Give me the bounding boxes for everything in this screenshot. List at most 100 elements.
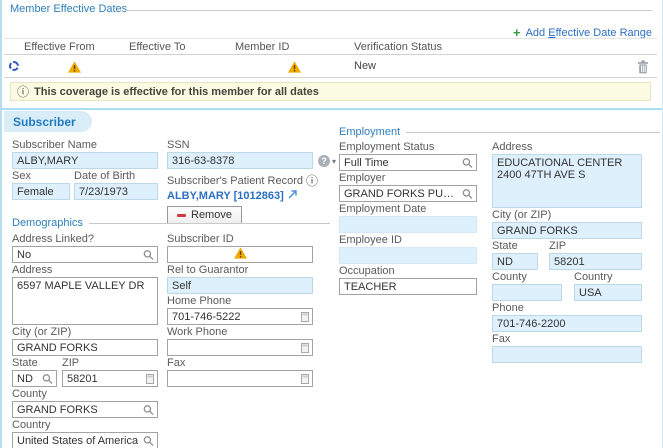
employment-state-field[interactable]: ND <box>492 253 538 270</box>
home-phone-field[interactable]: 701-746-5222 <box>167 308 313 325</box>
effective-dates-table-header: Effective From Effective To Member ID Ve… <box>4 38 657 55</box>
search-icon <box>462 188 473 199</box>
employer-field[interactable]: GRAND FORKS PUBLIC SC... <box>339 185 477 202</box>
warning-icon <box>288 61 301 76</box>
member-effective-dates-title: Member Effective Dates <box>10 3 127 15</box>
address-field[interactable]: 6597 MAPLE VALLEY DR <box>12 277 158 325</box>
city-field[interactable]: GRAND FORKS <box>12 339 158 356</box>
subscriber-identity-column: Subscriber Name ALBY,MARY Sex Female Dat… <box>12 139 158 200</box>
dob-field[interactable]: 7/23/1973 <box>74 183 158 200</box>
fax-field[interactable] <box>167 370 313 387</box>
trash-icon[interactable] <box>637 60 649 77</box>
section-rule <box>89 223 330 224</box>
employment-zip-label: ZIP <box>549 240 642 252</box>
section-rule <box>126 10 652 11</box>
sex-dob-row: Sex Female Date of Birth 7/23/1973 <box>12 170 158 200</box>
zip-field[interactable]: 58201 <box>62 370 158 387</box>
county-label: County <box>12 388 158 400</box>
phone-icon <box>301 374 309 384</box>
tab-subscriber-label: Subscriber <box>13 115 76 129</box>
coverage-info-text: This coverage is effective for this memb… <box>34 86 319 98</box>
demographics-title: Demographics <box>12 217 83 229</box>
employment-county-field[interactable] <box>492 284 562 301</box>
dob-label: Date of Birth <box>74 170 158 182</box>
employer-label: Employer <box>339 172 477 184</box>
chevron-down-icon: ▾ <box>332 157 336 166</box>
demographics-left-column: Address Linked? No Address 6597 MAPLE VA… <box>12 233 158 448</box>
tab-subscriber[interactable]: Subscriber <box>4 111 92 132</box>
sex-label: Sex <box>12 170 70 182</box>
employment-city-field[interactable]: GRAND FORKS <box>492 222 642 239</box>
add-effective-date-range-label: Add Effective Date Range <box>526 27 652 39</box>
patient-record-label: Subscriber's Patient Record <box>167 175 303 187</box>
subscriber-record-column: SSN 316-63-8378 ? ▾ Subscriber's Patient… <box>167 139 330 224</box>
patient-record-link-row: ALBY,MARY [1012863] <box>167 190 330 202</box>
subscriber-name-group: Subscriber Name ALBY,MARY <box>12 139 158 169</box>
zip-label: ZIP <box>62 357 158 369</box>
subscriber-name-field[interactable]: ALBY,MARY <box>12 152 158 169</box>
section-rule <box>406 132 660 133</box>
address-linked-field[interactable]: No <box>12 246 158 263</box>
ssn-help-control[interactable]: ? ▾ <box>318 155 336 167</box>
employment-date-field[interactable] <box>339 216 477 233</box>
work-phone-label: Work Phone <box>167 326 313 338</box>
phone-icon <box>146 374 154 384</box>
patient-record-label-row: Subscriber's Patient Record ⓘ <box>167 172 330 189</box>
demographics-section: Demographics Address Linked? No Address … <box>12 217 330 448</box>
employment-phone-field[interactable]: 701-746-2200 <box>492 315 642 332</box>
subscriber-name-label: Subscriber Name <box>12 139 158 151</box>
employment-right-column: Address EDUCATIONAL CENTER 2400 47TH AVE… <box>492 141 642 363</box>
employment-zip-field[interactable]: 58201 <box>549 253 642 270</box>
col-effective-to: Effective To <box>129 41 185 53</box>
refresh-icon[interactable] <box>9 61 19 71</box>
subscriber-id-field[interactable] <box>167 246 313 263</box>
warning-icon <box>68 61 81 76</box>
member-coverage-page: Member Effective Dates + Add Effective D… <box>0 0 663 448</box>
work-phone-field[interactable] <box>167 339 313 356</box>
occupation-label: Occupation <box>339 265 477 277</box>
phone-icon <box>301 343 309 353</box>
search-icon <box>143 249 154 260</box>
employment-county-label: County <box>492 271 562 283</box>
demographics-right-column: Subscriber ID Rel to Guarantor Self Home… <box>167 233 313 387</box>
employment-city-label: City (or ZIP) <box>492 209 642 221</box>
employment-fax-field[interactable] <box>492 346 642 363</box>
sex-field[interactable]: Female <box>12 183 70 200</box>
section-separator <box>2 108 662 110</box>
state-field[interactable]: ND <box>12 370 57 387</box>
employee-id-field[interactable] <box>339 247 477 264</box>
occupation-field[interactable]: TEACHER <box>339 278 477 295</box>
search-icon <box>42 373 53 384</box>
col-verification-status: Verification Status <box>354 41 442 53</box>
home-phone-label: Home Phone <box>167 295 313 307</box>
county-field[interactable]: GRAND FORKS <box>12 401 158 418</box>
employment-status-field[interactable]: Full Time <box>339 154 477 171</box>
help-icon: ? <box>318 155 330 167</box>
subscriber-id-label: Subscriber ID <box>167 233 313 245</box>
rel-to-guarantor-field[interactable]: Self <box>167 277 313 294</box>
goto-icon[interactable] <box>288 190 297 202</box>
employment-left-column: Employment Status Full Time Employer GRA… <box>339 141 477 295</box>
ssn-group: SSN 316-63-8378 ? ▾ <box>167 139 313 169</box>
country-label: Country <box>12 419 158 431</box>
state-label: State <box>12 357 57 369</box>
country-field[interactable]: United States of America <box>12 432 158 448</box>
employment-fax-label: Fax <box>492 333 642 345</box>
search-icon <box>143 435 154 446</box>
employment-country-label: Country <box>574 271 642 283</box>
employment-title: Employment <box>339 126 400 138</box>
employment-address-field[interactable]: EDUCATIONAL CENTER 2400 47TH AVE S <box>492 154 642 208</box>
rel-to-guarantor-label: Rel to Guarantor <box>167 264 313 276</box>
ssn-field[interactable]: 316-63-8378 <box>167 152 313 169</box>
info-icon: ⓘ <box>17 83 29 100</box>
patient-record-link[interactable]: ALBY,MARY [1012863] <box>167 190 284 202</box>
employment-phone-label: Phone <box>492 302 642 314</box>
employee-id-label: Employee ID <box>339 234 477 246</box>
effective-date-row: New <box>4 56 657 78</box>
address-linked-label: Address Linked? <box>12 233 158 245</box>
warning-icon <box>234 247 247 262</box>
employment-country-field[interactable]: USA <box>574 284 642 301</box>
coverage-info-banner: ⓘ This coverage is effective for this me… <box>10 82 651 101</box>
employment-status-label: Employment Status <box>339 141 477 153</box>
search-icon <box>143 404 154 415</box>
